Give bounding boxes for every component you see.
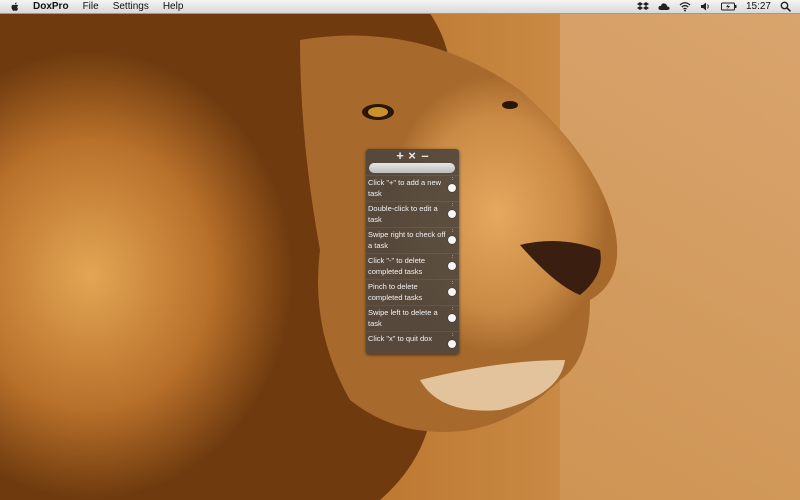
task-label: Click "+" to add a new task xyxy=(368,178,442,198)
list-item[interactable]: Click "+" to add a new task xyxy=(366,175,459,201)
task-label: Click "-" to delete completed tasks xyxy=(368,256,426,276)
dox-widget: + × – Click "+" to add a new task Double… xyxy=(366,149,459,354)
task-label: Pinch to delete completed tasks xyxy=(368,282,423,302)
quit-button[interactable]: × xyxy=(406,149,418,163)
drag-handle-icon[interactable] xyxy=(452,203,455,206)
menu-file[interactable]: File xyxy=(83,0,99,13)
task-checkbox[interactable] xyxy=(448,288,456,296)
menu-extras: 15:27 xyxy=(636,0,792,13)
dropbox-icon[interactable] xyxy=(636,1,649,12)
list-item[interactable]: Swipe left to delete a task xyxy=(366,305,459,331)
task-checkbox[interactable] xyxy=(448,340,456,348)
menu-settings[interactable]: Settings xyxy=(113,0,149,13)
list-item[interactable]: Double-click to edit a task xyxy=(366,201,459,227)
new-task-input[interactable] xyxy=(369,163,455,173)
dox-toolbar: + × – xyxy=(366,149,459,163)
volume-icon[interactable] xyxy=(700,1,712,12)
task-label: Click "x" to quit dox xyxy=(368,334,433,343)
menu-bar: DoxPro File Settings Help 15:27 xyxy=(0,0,800,14)
menu-help[interactable]: Help xyxy=(163,0,184,13)
task-list: Click "+" to add a new task Double-click… xyxy=(366,175,459,354)
drag-handle-icon[interactable] xyxy=(452,229,455,232)
drag-handle-icon[interactable] xyxy=(452,255,455,258)
list-item[interactable]: Pinch to delete completed tasks xyxy=(366,279,459,305)
delete-completed-button[interactable]: – xyxy=(419,149,431,163)
task-checkbox[interactable] xyxy=(448,236,456,244)
list-item[interactable]: Swipe right to check off a task xyxy=(366,227,459,253)
battery-icon[interactable] xyxy=(720,1,737,12)
task-checkbox[interactable] xyxy=(448,210,456,218)
task-label: Swipe right to check off a task xyxy=(368,230,446,250)
list-item[interactable]: Click "x" to quit dox xyxy=(366,331,459,354)
cloud-icon[interactable] xyxy=(658,1,670,12)
drag-handle-icon[interactable] xyxy=(452,281,455,284)
drag-handle-icon[interactable] xyxy=(452,333,455,336)
menu-app-name[interactable]: DoxPro xyxy=(33,0,69,13)
spotlight-icon[interactable] xyxy=(780,1,792,12)
task-label: Double-click to edit a task xyxy=(368,204,438,224)
apple-menu-icon[interactable] xyxy=(9,1,21,13)
task-checkbox[interactable] xyxy=(448,262,456,270)
drag-handle-icon[interactable] xyxy=(452,177,455,180)
task-checkbox[interactable] xyxy=(448,184,456,192)
task-checkbox[interactable] xyxy=(448,314,456,322)
menu-clock[interactable]: 15:27 xyxy=(746,0,771,13)
task-label: Swipe left to delete a task xyxy=(368,308,438,328)
add-task-button[interactable]: + xyxy=(394,149,406,163)
drag-handle-icon[interactable] xyxy=(452,307,455,310)
list-item[interactable]: Click "-" to delete completed tasks xyxy=(366,253,459,279)
wifi-icon[interactable] xyxy=(679,1,691,12)
